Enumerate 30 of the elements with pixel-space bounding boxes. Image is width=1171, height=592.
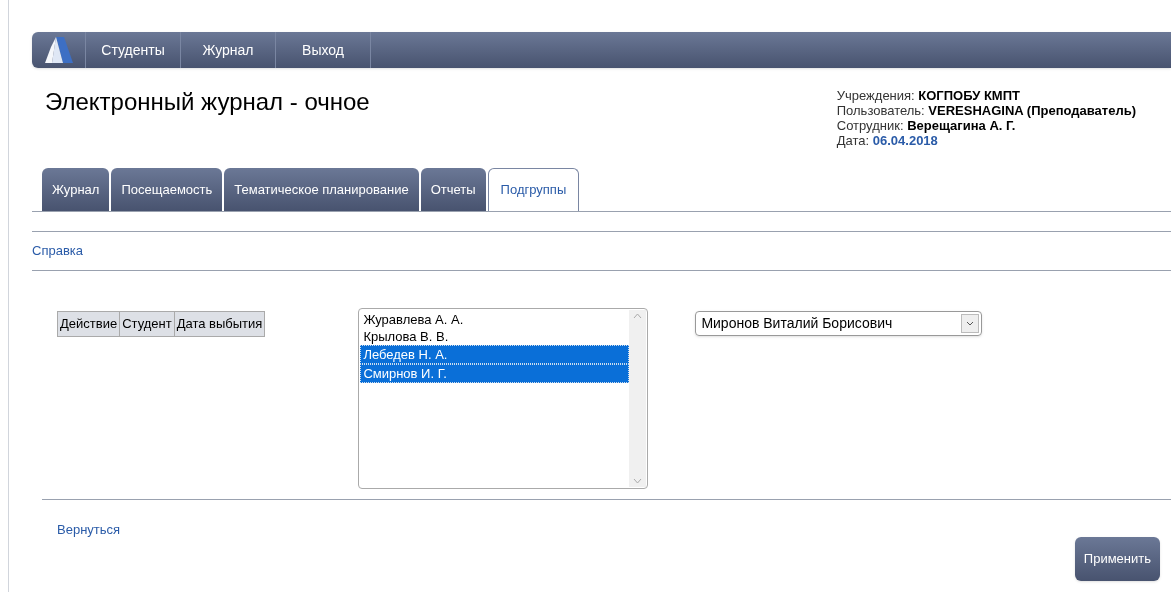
tab[interactable]: Подгруппы	[487, 168, 580, 211]
scroll-down-icon[interactable]	[633, 478, 643, 484]
column-header: Дата выбытия	[174, 311, 265, 336]
scrollbar[interactable]	[629, 310, 647, 487]
scroll-up-icon[interactable]	[633, 313, 643, 319]
nav-item[interactable]: Выход	[276, 32, 371, 68]
list-option[interactable]: Лебедев Н. А.	[360, 345, 630, 364]
apply-button[interactable]: Применить	[1074, 537, 1160, 581]
teacher-select[interactable]: Миронов Виталий Борисович	[695, 311, 983, 336]
tab[interactable]: Журнал	[42, 168, 110, 211]
help-link[interactable]: Справка	[32, 241, 83, 261]
logo-icon	[43, 35, 74, 65]
info-line: Пользователь: VERESHAGINA (Преподаватель)	[836, 103, 1136, 118]
info-line: Учреждения: КОГПОБУ КМПТ	[836, 88, 1021, 103]
column-header: Действие	[57, 311, 120, 336]
tab[interactable]: Посещаемость	[111, 168, 223, 211]
tab[interactable]: Тематическое планирование	[224, 168, 419, 211]
column-header: Студент	[119, 311, 175, 336]
page-title: Электронный журнал - очное	[45, 87, 370, 117]
student-list[interactable]: Журавлева А. А. Крылова В. В. Лебедев Н. А. Смирнов И. Г.	[358, 308, 649, 489]
caret-icon	[961, 314, 980, 333]
nav-item[interactable]: Студенты	[86, 32, 181, 68]
list-option[interactable]: Журавлева А. А.	[360, 311, 630, 328]
list-option[interactable]: Смирнов И. Г.	[360, 364, 630, 383]
nav-item[interactable]: Журнал	[181, 32, 276, 68]
tab[interactable]: Отчеты	[420, 168, 486, 211]
info-line: Сотрудник: Верещагина А. Г.	[836, 118, 1017, 133]
info-line: Дата: 06.04.2018	[836, 133, 939, 148]
list-option[interactable]: Крылова В. В.	[360, 328, 630, 345]
back-link[interactable]: Вернуться	[57, 520, 121, 581]
